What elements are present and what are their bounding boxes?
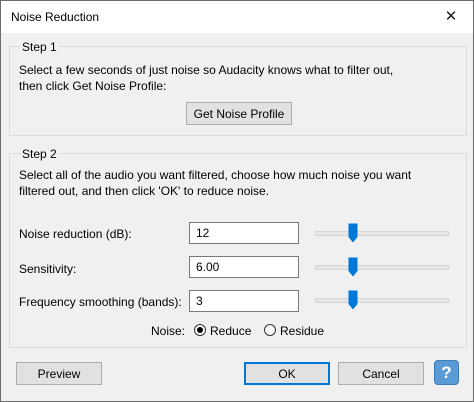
frequency-smoothing-slider[interactable]: [315, 290, 449, 310]
help-icon[interactable]: ?: [434, 360, 459, 385]
frequency-smoothing-input[interactable]: [189, 290, 299, 312]
ok-button[interactable]: OK: [244, 362, 330, 385]
step2-label: Step 2: [20, 147, 59, 161]
residue-radio-label[interactable]: Residue: [280, 324, 324, 338]
slider-track: [315, 265, 449, 270]
title-bar: Noise Reduction ✕: [1, 1, 473, 33]
noise-reduction-input[interactable]: [189, 222, 299, 244]
frequency-smoothing-label: Frequency smoothing (bands):: [19, 295, 182, 309]
slider-thumb[interactable]: [348, 223, 358, 243]
step2-instructions-line1: Select all of the audio you want filtere…: [19, 168, 412, 182]
step1-instructions-line1: Select a few seconds of just noise so Au…: [19, 63, 394, 77]
step1-instructions-line2: then click Get Noise Profile:: [19, 79, 167, 93]
slider-track: [315, 231, 449, 236]
noise-reduction-slider[interactable]: [315, 223, 449, 243]
step1-label: Step 1: [20, 40, 59, 54]
cancel-button[interactable]: Cancel: [338, 362, 424, 385]
radio-selected-dot: [197, 327, 203, 333]
get-noise-profile-button[interactable]: Get Noise Profile: [186, 102, 292, 125]
preview-button[interactable]: Preview: [16, 362, 102, 385]
sensitivity-input[interactable]: [189, 256, 299, 278]
close-icon[interactable]: ✕: [439, 6, 463, 28]
sensitivity-label: Sensitivity:: [19, 262, 77, 276]
slider-track: [315, 298, 449, 303]
window-title: Noise Reduction: [11, 10, 100, 24]
reduce-radio-label[interactable]: Reduce: [210, 324, 251, 338]
slider-thumb[interactable]: [348, 290, 358, 310]
step2-instructions-line2: filtered out, and then click 'OK' to red…: [19, 184, 270, 198]
noise-reduction-dialog: Noise Reduction ✕ Step 1 Select a few se…: [0, 0, 474, 402]
reduce-radio[interactable]: [194, 324, 206, 336]
noise-reduction-label: Noise reduction (dB):: [19, 227, 132, 241]
residue-radio[interactable]: [264, 324, 276, 336]
noise-label: Noise:: [151, 324, 186, 338]
sensitivity-slider[interactable]: [315, 257, 449, 277]
slider-thumb[interactable]: [348, 257, 358, 277]
